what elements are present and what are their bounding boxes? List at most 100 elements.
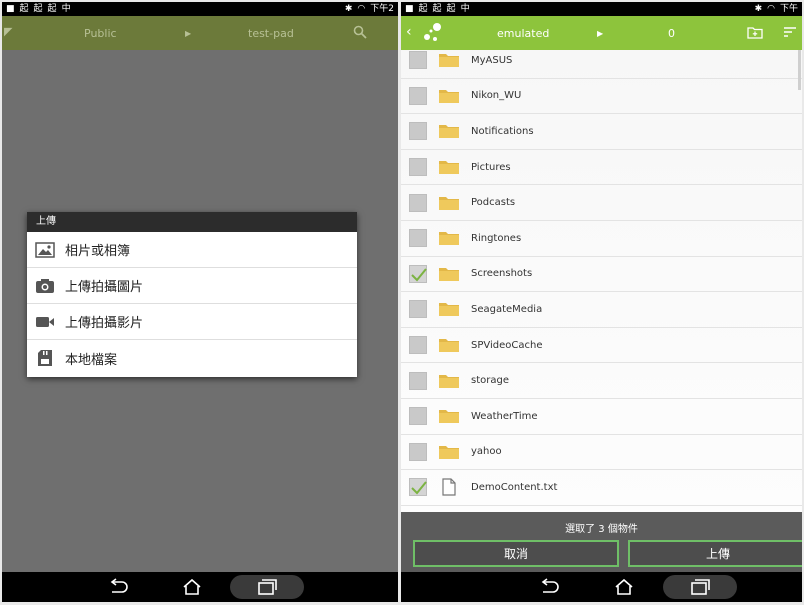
dialog-item-label: 上傳拍攝影片 [65, 316, 144, 331]
file-list-row[interactable]: MyASUS [401, 43, 802, 79]
checkbox[interactable] [409, 193, 427, 212]
checkbox[interactable] [409, 51, 427, 70]
checkbox[interactable] [409, 371, 427, 390]
dialog-item-label: 相片或相簿 [65, 244, 131, 259]
navigation-bar [401, 572, 802, 602]
status-icon: 起 [446, 4, 456, 14]
file-list: MyASUS Nikon_WU Notifications Pictures Podca… [401, 50, 802, 512]
wifi-icon: ◠ [357, 4, 366, 14]
left-screen: ■ 起 起 起 中 ✱ ◠ 下午2 ◤ Public ▶ test-pad ⋮ … [2, 2, 398, 602]
file-name: Nikon_WU [471, 90, 522, 102]
checkmark-icon [411, 481, 427, 495]
checkbox[interactable] [409, 407, 427, 426]
file-list-row[interactable]: SeagateMedia [401, 292, 802, 328]
checkbox[interactable] [409, 122, 427, 141]
checkbox[interactable] [409, 442, 427, 461]
selection-count: 0 [668, 27, 675, 40]
path-label[interactable]: emulated [497, 27, 549, 40]
file-list-row[interactable]: WeatherTime [401, 399, 802, 435]
checkbox-checked[interactable] [409, 264, 427, 283]
back-nav-icon[interactable] [106, 578, 130, 596]
dialog-item-take-photo[interactable]: 上傳拍攝圖片 [27, 268, 357, 304]
screenshot-frame: ■ 起 起 起 中 ✱ ◠ 下午2 ◤ Public ▶ test-pad ⋮ … [0, 0, 804, 605]
wifi-icon: ◠ [767, 4, 775, 14]
folder-icon [438, 194, 460, 212]
file-list-row[interactable]: yahoo [401, 435, 802, 471]
dialog-title: 上傳 [27, 212, 357, 232]
dialog-item-label: 本地檔案 [65, 352, 118, 368]
file-name: Screenshots [471, 268, 533, 280]
file-list-row[interactable]: Ringtones [401, 221, 802, 257]
camera-icon [35, 276, 55, 296]
file-list-row[interactable]: Podcasts [401, 185, 802, 221]
status-bar: ■ 起 起 起 中 ✱ ◠ 下午2 [2, 2, 398, 16]
folder-icon [438, 87, 460, 105]
image-icon [35, 240, 55, 260]
file-list-row[interactable]: Pictures [401, 150, 802, 186]
folder-icon [438, 443, 460, 461]
file-list-row[interactable]: DemoContent.txt [401, 470, 802, 506]
file-name: Ringtones [471, 232, 522, 244]
status-icon: 起 [33, 4, 43, 14]
file-list-row[interactable]: storage [401, 363, 802, 399]
selection-action-bar: 選取了 3 個物件 取消 上傳 [401, 512, 802, 572]
home-nav-icon[interactable] [180, 578, 204, 596]
back-nav-icon[interactable] [537, 578, 561, 596]
sd-card-icon [35, 348, 55, 368]
selection-summary: 選取了 3 個物件 [565, 524, 638, 535]
sort-icon[interactable] [783, 26, 797, 38]
top-toolbar: ◤ Public ▶ test-pad ⋮ [2, 16, 398, 50]
chevron-right-icon: ▶ [597, 29, 604, 38]
folder-icon [438, 122, 460, 140]
dialog-item-take-video[interactable]: 上傳拍攝影片 [27, 304, 357, 340]
bluetooth-icon: ✱ [754, 4, 763, 14]
search-icon[interactable] [353, 25, 367, 39]
status-icon: 起 [432, 4, 442, 14]
home-nav-icon[interactable] [612, 578, 636, 596]
file-name: Notifications [471, 125, 534, 137]
status-icon: ■ [405, 4, 414, 14]
checkbox[interactable] [409, 336, 427, 355]
file-name: storage [471, 375, 509, 387]
clock-text: 下午 [779, 4, 798, 14]
video-camera-icon [35, 312, 55, 332]
file-list-row[interactable]: Nikon_WU [401, 79, 802, 115]
file-name: DemoContent.txt [471, 481, 558, 493]
scrollbar[interactable] [798, 50, 801, 90]
bluetooth-icon: ✱ [344, 4, 353, 14]
breadcrumb-test-pad[interactable]: test-pad [248, 27, 294, 40]
file-name: Pictures [471, 161, 511, 173]
status-icon: ■ [6, 4, 15, 14]
clock-text: 下午2 [370, 4, 394, 14]
recent-apps-icon[interactable] [688, 578, 712, 596]
dialog-item-photos-albums[interactable]: 相片或相簿 [27, 232, 357, 268]
checkmark-icon [411, 268, 427, 282]
cancel-button[interactable]: 取消 [413, 540, 619, 567]
file-name: SeagateMedia [471, 303, 543, 315]
chevron-right-icon: ▶ [185, 29, 192, 38]
breadcrumb-public[interactable]: Public [84, 27, 117, 40]
folder-icon [438, 229, 460, 247]
back-icon[interactable]: ◤ [4, 25, 12, 38]
new-folder-icon[interactable] [747, 26, 763, 39]
checkbox-checked[interactable] [409, 478, 427, 497]
checkbox[interactable] [409, 300, 427, 319]
back-icon[interactable]: ‹ [406, 24, 412, 40]
folder-icon [438, 51, 460, 69]
dialog-item-local-files[interactable]: 本地檔案 [27, 340, 357, 376]
app-logo-icon [424, 23, 441, 41]
file-name: yahoo [471, 446, 502, 458]
file-list-row[interactable]: Notifications [401, 114, 802, 150]
checkbox[interactable] [409, 86, 427, 105]
right-screen: ■ 起 起 起 中 ✱ ◠ 下午 ‹ emulated ▶ 0 MyASUS N… [401, 2, 802, 602]
file-name: SPVideoCache [471, 339, 543, 351]
file-list-row[interactable]: SPVideoCache [401, 328, 802, 364]
dialog-item-label: 上傳拍攝圖片 [65, 280, 144, 295]
overflow-menu-icon[interactable]: ⋮ [393, 26, 398, 40]
checkbox[interactable] [409, 229, 427, 248]
upload-button[interactable]: 上傳 [628, 540, 802, 567]
recent-apps-icon[interactable] [255, 578, 279, 596]
file-list-row[interactable]: Screenshots [401, 257, 802, 293]
checkbox[interactable] [409, 158, 427, 177]
folder-icon [438, 372, 460, 390]
